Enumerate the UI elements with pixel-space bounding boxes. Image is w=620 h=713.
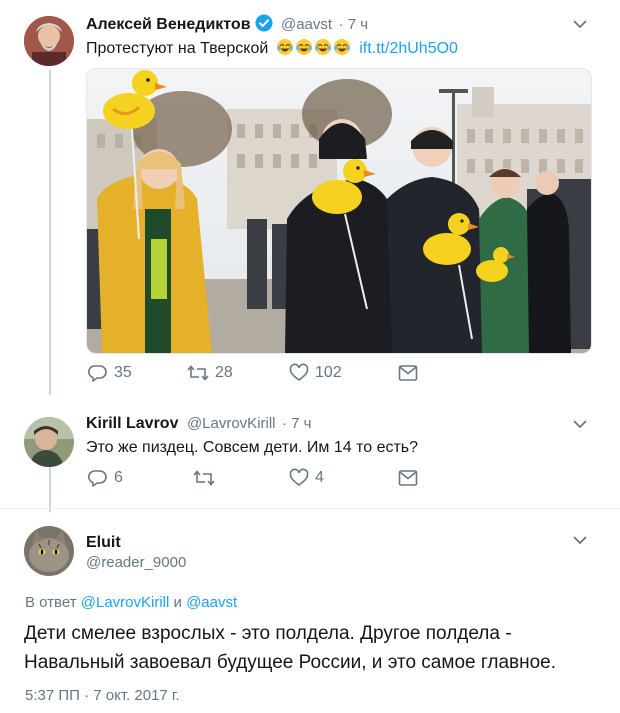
reply-button[interactable]: 6 xyxy=(88,468,123,488)
like-button[interactable]: 102 xyxy=(289,363,342,383)
reply-button[interactable]: 35 xyxy=(88,363,132,383)
retweet-icon xyxy=(187,365,209,381)
thread-line xyxy=(49,70,51,395)
retweet-count: 28 xyxy=(215,364,233,381)
direct-message-button[interactable] xyxy=(398,469,424,487)
chevron-down-icon[interactable] xyxy=(572,16,588,37)
dm-icon xyxy=(398,365,418,381)
tweet-timestamp[interactable]: 5:37 ПП · 7 окт. 2017 г. xyxy=(25,686,180,706)
avatar-author-3[interactable] xyxy=(24,526,74,576)
like-count: 102 xyxy=(315,364,342,381)
tweet-text: Это же пиздец. Совсем дети. Им 14 то ест… xyxy=(86,439,419,456)
direct-message-button[interactable] xyxy=(398,364,424,382)
like-icon xyxy=(289,363,309,382)
reply-count: 35 xyxy=(114,364,132,381)
like-icon xyxy=(289,468,309,487)
avatar-image xyxy=(24,16,74,66)
tweet-time[interactable]: · 7 ч xyxy=(339,16,369,33)
chevron-down-icon[interactable] xyxy=(572,416,588,437)
dm-icon xyxy=(398,470,418,486)
author-name[interactable]: Алексей Венедиктов xyxy=(86,16,251,33)
author-handle[interactable]: @reader_9000 xyxy=(86,552,186,574)
avatar-image xyxy=(24,417,74,467)
author-name[interactable]: Kirill Lavrov xyxy=(86,415,178,432)
tweet-time[interactable]: · 7 ч xyxy=(282,415,312,432)
tweet-body: Протестуют на Тверской xyxy=(86,40,269,57)
tears-of-joy-emoji-icon xyxy=(333,38,351,56)
tweet-text-line: Навальный завоевал будущее России, и это… xyxy=(24,652,557,673)
emoji-group xyxy=(276,38,356,57)
reply-mention-lavrovkirill[interactable]: @LavrovKirill xyxy=(81,594,170,611)
reply-context: В ответ @LavrovKirill и @aavst xyxy=(25,593,237,613)
avatar-image xyxy=(24,526,74,576)
tweet-text: Дети смелее взрослых - это полдела. Друг… xyxy=(24,619,556,677)
author-name[interactable]: Eluit xyxy=(86,532,121,554)
retweet-button[interactable] xyxy=(193,468,221,488)
tears-of-joy-emoji-icon xyxy=(295,38,313,56)
tears-of-joy-emoji-icon xyxy=(276,38,294,56)
avatar-author-1[interactable] xyxy=(24,16,74,66)
thread-line xyxy=(49,467,51,512)
retweet-button[interactable]: 28 xyxy=(187,363,233,383)
chevron-down-icon[interactable] xyxy=(572,532,588,553)
retweet-icon xyxy=(193,470,215,486)
tweet-text: Протестуют на Тверской ift.tt/2hUh5O0 xyxy=(86,38,458,60)
author-handle[interactable]: @LavrovKirill xyxy=(187,415,276,432)
like-count: 4 xyxy=(315,469,324,486)
reply-count: 6 xyxy=(114,469,123,486)
tweet-link[interactable]: ift.tt/2hUh5O0 xyxy=(359,40,458,57)
like-button[interactable]: 4 xyxy=(289,468,324,488)
reply-icon xyxy=(88,470,107,487)
avatar-author-2[interactable] xyxy=(24,417,74,467)
tweet-text-line: Дети смелее взрослых - это полдела. Друг… xyxy=(24,623,512,644)
reply-mention-aavst[interactable]: @aavst xyxy=(186,594,237,611)
verified-badge-icon xyxy=(255,14,273,39)
protest-photo-image xyxy=(87,69,591,353)
tweet-photo[interactable] xyxy=(86,68,592,354)
tears-of-joy-emoji-icon xyxy=(314,38,332,56)
reply-prefix: В ответ xyxy=(25,594,77,611)
reply-and: и xyxy=(173,594,182,611)
author-handle[interactable]: @aavst xyxy=(281,16,332,33)
divider xyxy=(0,508,620,509)
reply-icon xyxy=(88,365,107,382)
